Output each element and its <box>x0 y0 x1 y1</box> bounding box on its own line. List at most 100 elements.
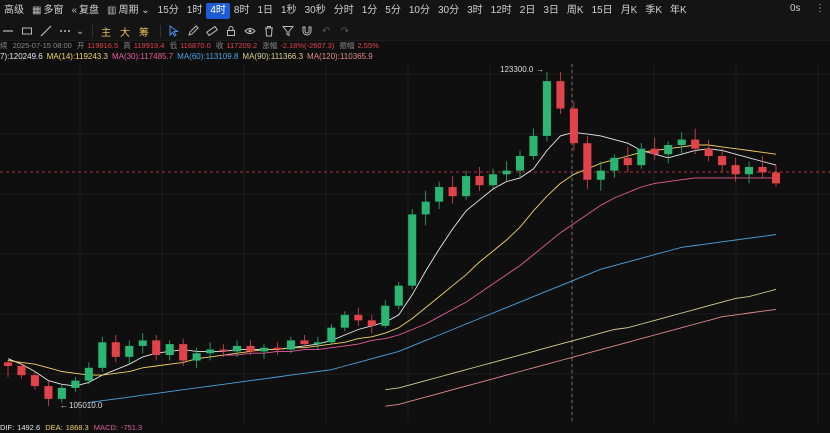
trash-icon[interactable] <box>261 23 277 39</box>
candle <box>313 336 322 350</box>
candle <box>758 156 767 178</box>
dif-value: 1492.6 <box>17 423 41 432</box>
replay-button[interactable]: «复盘 <box>67 3 103 19</box>
interval-tab[interactable]: 1时 <box>183 3 207 19</box>
magnet-icon[interactable] <box>299 23 315 39</box>
candle-body <box>111 342 120 357</box>
multi-window-button[interactable]: ▦ 多窗 <box>28 3 67 19</box>
pattern-large-button[interactable]: 大 <box>117 23 133 39</box>
horizontal-line-tool-icon[interactable] <box>0 23 16 39</box>
candle <box>367 314 376 334</box>
candle <box>771 165 781 188</box>
chevron-down-icon[interactable]: ⌄ <box>76 23 84 39</box>
ma-legend-item: MA(120):110365.9 <box>307 52 373 61</box>
candle-body <box>206 349 215 354</box>
interval-tab[interactable]: 1日 <box>253 3 277 19</box>
candle-body <box>71 380 80 388</box>
interval-tab[interactable]: 3日 <box>539 3 563 19</box>
candle-body <box>98 342 107 368</box>
candle <box>664 141 673 164</box>
filter-icon[interactable] <box>280 23 296 39</box>
rectangle-tool-icon[interactable] <box>19 23 35 39</box>
interval-tab[interactable]: 30秒 <box>301 3 330 19</box>
candle <box>206 342 215 361</box>
countdown: 0s <box>790 3 801 14</box>
candle <box>515 150 525 178</box>
candle-body <box>152 340 161 356</box>
low-value: 116870.0 <box>180 41 211 50</box>
candle-body <box>219 349 228 352</box>
candle-body <box>408 214 417 286</box>
drawing-toolbar: ⌄ 主 大 筹 ↶ ↷ <box>0 22 830 41</box>
candle <box>637 143 646 169</box>
lock-icon[interactable] <box>223 23 239 39</box>
candle-body <box>327 327 336 343</box>
period-button[interactable]: ▥ 周期 ⌄ <box>103 3 154 19</box>
candle-body <box>435 187 444 202</box>
redo-icon[interactable]: ↷ <box>337 23 353 39</box>
interval-tab[interactable]: 季K <box>641 3 666 19</box>
interval-tab[interactable]: 年K <box>666 3 691 19</box>
grid-icon: ▦ <box>32 5 42 16</box>
interval-tab[interactable]: 2日 <box>516 3 540 19</box>
eye-icon[interactable] <box>242 23 258 39</box>
interval-tab[interactable]: 3时 <box>463 3 487 19</box>
candle-body <box>313 342 322 345</box>
candle-body <box>394 285 403 306</box>
interval-tab[interactable]: 1秒 <box>277 3 301 19</box>
interval-tab[interactable]: 15日 <box>588 3 617 19</box>
candle-body <box>650 148 659 155</box>
interval-tab[interactable]: 15分 <box>154 3 183 19</box>
undo-icon[interactable]: ↶ <box>318 23 334 39</box>
cursor-icon[interactable] <box>166 23 182 39</box>
candle-body <box>17 366 26 376</box>
interval-tab[interactable]: 30分 <box>434 3 463 19</box>
interval-tab[interactable]: 12时 <box>487 3 516 19</box>
candle-body <box>233 345 242 352</box>
candle-body <box>610 157 619 171</box>
interval-tab[interactable]: 10分 <box>405 3 434 19</box>
amplitude-value: 2.55% <box>357 41 379 50</box>
top-toolbar: 高级 ▦ 多窗 «复盘 ▥ 周期 ⌄ 15分 1时 4时 8时 1日 1秒 30秒 分时 1分 5分 1… <box>0 0 830 22</box>
ruler-icon[interactable] <box>204 23 220 39</box>
candle <box>381 300 390 328</box>
amplitude-label: 振幅 <box>339 41 355 50</box>
interval-tab[interactable]: 1分 <box>358 3 382 19</box>
high-label: 高 <box>123 41 131 50</box>
close-label: 收 <box>215 41 224 50</box>
candle <box>623 146 632 173</box>
change-label: 涨幅 <box>262 41 278 50</box>
interval-tab[interactable]: 8时 <box>230 3 254 19</box>
pattern-chips-button[interactable]: 筹 <box>136 23 152 39</box>
candle-body <box>57 387 66 399</box>
more-tools-icon[interactable] <box>57 23 73 39</box>
candle-body <box>286 340 295 350</box>
candle <box>152 334 161 361</box>
candle-body <box>556 81 565 109</box>
interval-tab[interactable]: 月K <box>617 3 642 19</box>
interval-tab[interactable]: 分时 <box>330 3 358 19</box>
interval-tab[interactable]: 4时 <box>206 3 230 19</box>
advanced-button[interactable]: 高级 <box>0 3 28 19</box>
trend-line-tool-icon[interactable] <box>38 23 54 39</box>
more-icon[interactable]: ⋮ <box>815 3 825 14</box>
ma-legend-item: MA(14):119243.3 <box>46 52 108 61</box>
pattern-main-button[interactable]: 主 <box>98 23 114 39</box>
candle-body <box>569 108 578 144</box>
candle-body <box>502 170 511 175</box>
candle-body <box>381 305 390 326</box>
candle <box>650 137 659 160</box>
pencil-icon[interactable] <box>185 23 201 39</box>
candle-body <box>771 172 781 184</box>
candle-body <box>44 386 53 399</box>
candle <box>677 132 686 155</box>
candlestick-chart[interactable]: 123300.0 → ← 105010.0 <box>0 64 830 423</box>
interval-tab[interactable]: 周K <box>563 3 588 19</box>
interval-tab[interactable]: 5分 <box>381 3 405 19</box>
candle <box>502 161 511 182</box>
ma-legend-item: 7):120249.6 <box>0 52 43 61</box>
macd-value: -751.3 <box>120 423 143 432</box>
candle-body <box>246 345 255 352</box>
candle <box>408 208 417 290</box>
high-value: 119919.4 <box>133 41 165 50</box>
